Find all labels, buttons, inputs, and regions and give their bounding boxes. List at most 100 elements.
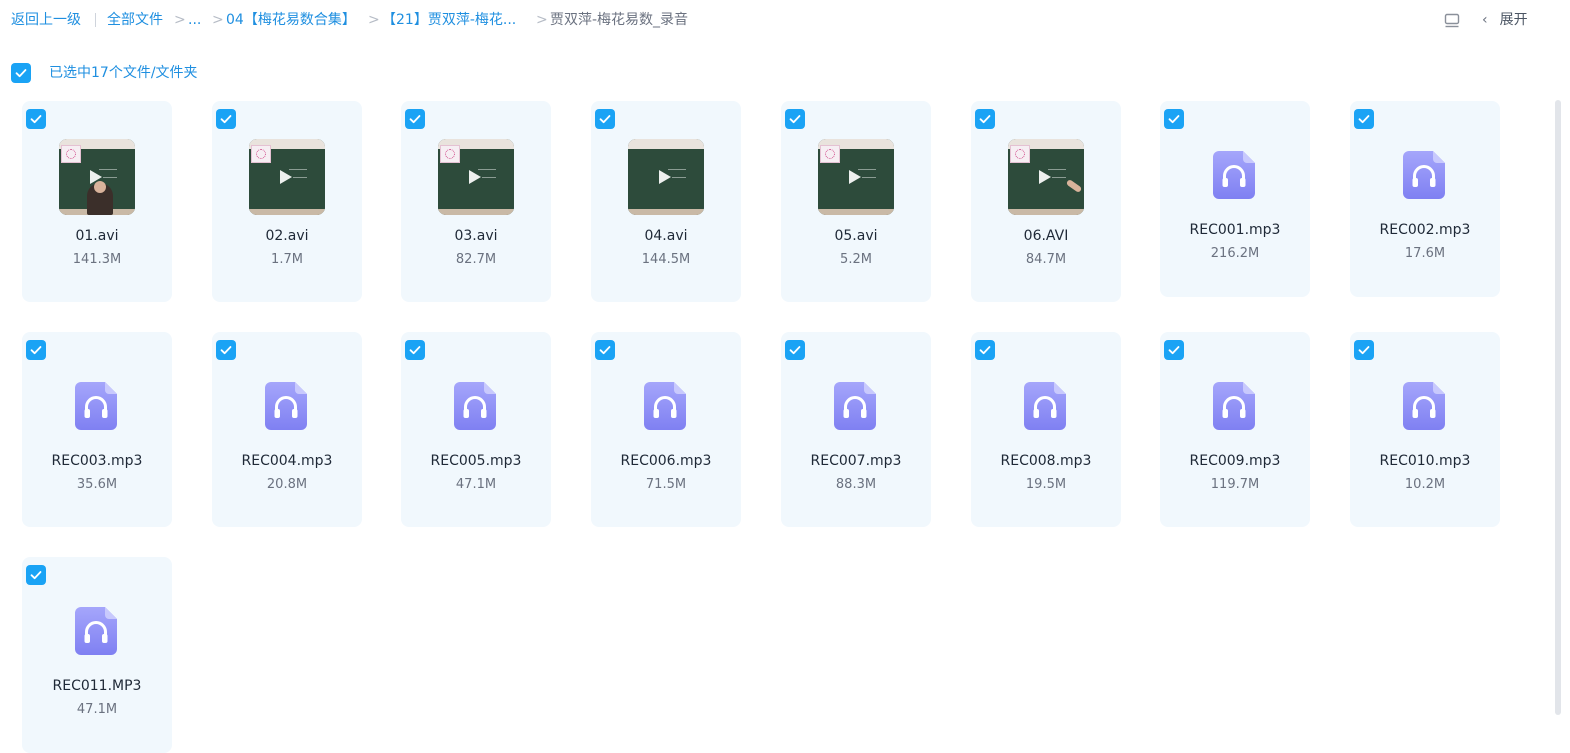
file-size: 84.7M — [1025, 252, 1067, 267]
file-card[interactable]: REC003.mp3 35.6M — [22, 332, 172, 527]
file-checkbox[interactable] — [26, 565, 46, 585]
video-thumbnail[interactable] — [1008, 139, 1084, 215]
select-all-checkbox[interactable] — [11, 63, 31, 83]
expand-label: 展开 — [1499, 12, 1528, 28]
file-card[interactable]: 02.avi 1.7M — [212, 101, 362, 302]
file-name[interactable]: 01.avi — [22, 227, 172, 245]
video-thumbnail[interactable] — [438, 139, 514, 215]
check-icon — [979, 346, 991, 355]
check-icon — [409, 115, 421, 124]
top-bar: 返回上一级 全部文件 > ... > 04【梅花易数合集】 > 【21】贾双萍-… — [0, 0, 1570, 40]
check-icon — [789, 115, 801, 124]
file-card[interactable]: 06.AVI 84.7M — [971, 101, 1121, 302]
file-card[interactable]: REC008.mp3 19.5M — [971, 332, 1121, 527]
check-icon — [30, 571, 42, 580]
file-card[interactable]: 05.avi 5.2M — [781, 101, 931, 302]
check-icon — [1358, 346, 1370, 355]
play-icon — [280, 170, 292, 184]
audio-file-icon — [1403, 151, 1445, 199]
list-view-icon[interactable] — [1443, 12, 1461, 30]
file-checkbox[interactable] — [595, 340, 615, 360]
file-checkbox[interactable] — [1164, 109, 1184, 129]
file-card[interactable]: REC002.mp3 17.6M — [1350, 101, 1500, 297]
file-card[interactable]: 01.avi 141.3M — [22, 101, 172, 302]
audio-file-icon — [265, 382, 307, 430]
video-thumbnail[interactable] — [818, 139, 894, 215]
file-checkbox[interactable] — [26, 340, 46, 360]
check-icon — [599, 115, 611, 124]
file-checkbox[interactable] — [1354, 109, 1374, 129]
file-name[interactable]: REC001.mp3 — [1160, 221, 1310, 239]
video-thumbnail[interactable] — [249, 139, 325, 215]
check-icon — [30, 346, 42, 355]
back-link[interactable]: 返回上一级 — [11, 11, 81, 29]
file-checkbox[interactable] — [785, 109, 805, 129]
file-name[interactable]: REC003.mp3 — [22, 452, 172, 470]
breadcrumb-ellipsis[interactable]: ... — [188, 11, 201, 29]
file-card[interactable]: REC007.mp3 88.3M — [781, 332, 931, 527]
file-name[interactable]: 05.avi — [781, 227, 931, 245]
file-name[interactable]: REC002.mp3 — [1350, 221, 1500, 239]
file-name[interactable]: REC010.mp3 — [1350, 452, 1500, 470]
file-checkbox[interactable] — [595, 109, 615, 129]
play-icon — [90, 170, 102, 184]
file-checkbox[interactable] — [405, 109, 425, 129]
file-name[interactable]: 06.AVI — [971, 227, 1121, 245]
audio-file-icon — [1403, 382, 1445, 430]
file-size: 88.3M — [835, 477, 877, 492]
file-checkbox[interactable] — [785, 340, 805, 360]
file-size: 35.6M — [76, 477, 118, 492]
file-card[interactable]: REC004.mp3 20.8M — [212, 332, 362, 527]
audio-file-icon — [454, 382, 496, 430]
file-size: 19.5M — [1025, 477, 1067, 492]
audio-file-icon — [75, 382, 117, 430]
file-checkbox[interactable] — [216, 340, 236, 360]
file-checkbox[interactable] — [975, 109, 995, 129]
file-card[interactable]: REC011.MP3 47.1M — [22, 557, 172, 753]
breadcrumb-separator: > — [368, 12, 380, 28]
file-card[interactable]: 03.avi 82.7M — [401, 101, 551, 302]
file-checkbox[interactable] — [216, 109, 236, 129]
check-icon — [220, 115, 232, 124]
breadcrumb-separator: > — [174, 12, 186, 28]
expand-button[interactable]: ‹ 展开 — [1482, 11, 1528, 29]
check-icon — [30, 115, 42, 124]
file-name[interactable]: 02.avi — [212, 227, 362, 245]
video-thumbnail[interactable] — [59, 139, 135, 215]
file-checkbox[interactable] — [1164, 340, 1184, 360]
breadcrumb-root[interactable]: 全部文件 — [107, 11, 163, 29]
file-card[interactable]: REC001.mp3 216.2M — [1160, 101, 1310, 297]
file-size: 71.5M — [645, 477, 687, 492]
check-icon — [409, 346, 421, 355]
file-name[interactable]: REC006.mp3 — [591, 452, 741, 470]
check-icon — [15, 69, 27, 78]
file-name[interactable]: REC005.mp3 — [401, 452, 551, 470]
file-name[interactable]: REC011.MP3 — [22, 677, 172, 695]
file-card[interactable]: 04.avi 144.5M — [591, 101, 741, 302]
file-name[interactable]: REC004.mp3 — [212, 452, 362, 470]
file-name[interactable]: REC007.mp3 — [781, 452, 931, 470]
file-card[interactable]: REC009.mp3 119.7M — [1160, 332, 1310, 527]
file-name[interactable]: 03.avi — [401, 227, 551, 245]
file-size: 141.3M — [72, 252, 122, 267]
video-thumbnail[interactable] — [628, 139, 704, 215]
file-size: 5.2M — [840, 252, 872, 267]
breadcrumb-level2[interactable]: 【21】贾双萍-梅花... — [382, 11, 516, 29]
file-checkbox[interactable] — [975, 340, 995, 360]
check-icon — [789, 346, 801, 355]
file-card[interactable]: REC010.mp3 10.2M — [1350, 332, 1500, 527]
audio-file-icon — [644, 382, 686, 430]
breadcrumb-level1[interactable]: 04【梅花易数合集】 — [226, 11, 356, 29]
file-card[interactable]: REC005.mp3 47.1M — [401, 332, 551, 527]
file-card[interactable]: REC006.mp3 71.5M — [591, 332, 741, 527]
scrollbar[interactable] — [1555, 100, 1561, 715]
file-name[interactable]: REC008.mp3 — [971, 452, 1121, 470]
file-name[interactable]: REC009.mp3 — [1160, 452, 1310, 470]
check-icon — [979, 115, 991, 124]
file-checkbox[interactable] — [26, 109, 46, 129]
file-checkbox[interactable] — [1354, 340, 1374, 360]
file-size: 119.7M — [1210, 477, 1260, 492]
check-icon — [1168, 346, 1180, 355]
file-checkbox[interactable] — [405, 340, 425, 360]
file-name[interactable]: 04.avi — [591, 227, 741, 245]
